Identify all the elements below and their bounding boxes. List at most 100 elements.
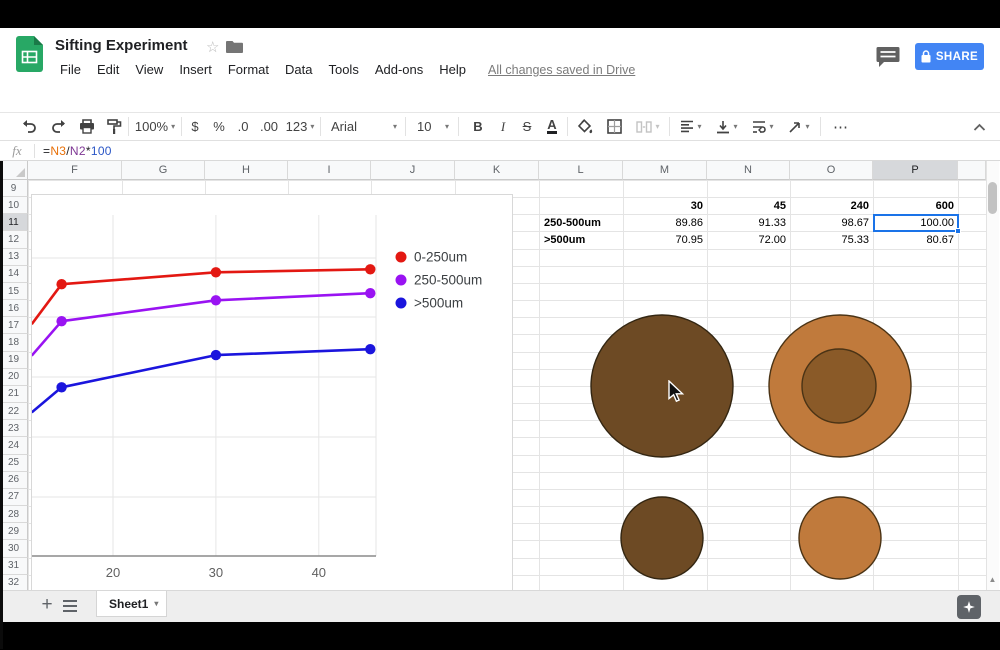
column-header-L[interactable]: L (539, 161, 623, 180)
row-header-18[interactable]: 18 (0, 334, 28, 351)
row-header-28[interactable]: 28 (0, 506, 28, 523)
paint-format-button[interactable] (101, 113, 127, 140)
horizontal-align-menu[interactable]: ▾ (674, 113, 708, 140)
row-header-23[interactable]: 23 (0, 420, 28, 437)
row-header-30[interactable]: 30 (0, 540, 28, 557)
spreadsheet-grid[interactable]: FGHIJKLMNOP 9101112131415161718192021222… (0, 161, 1000, 618)
explore-button[interactable] (957, 595, 981, 619)
column-header-J[interactable]: J (371, 161, 455, 180)
cell-O10[interactable]: 240 (791, 197, 873, 214)
row-header-15[interactable]: 15 (0, 283, 28, 300)
cell-L11[interactable]: 250-500um (540, 214, 623, 231)
column-header-O[interactable]: O (790, 161, 873, 180)
cell-N10[interactable]: 45 (708, 197, 790, 214)
row-header-19[interactable]: 19 (0, 352, 28, 369)
cell-O11[interactable]: 98.67 (791, 214, 873, 231)
column-header-G[interactable]: G (122, 161, 205, 180)
add-sheet-button[interactable]: + (36, 594, 58, 616)
font-size-select[interactable]: 10▾ (411, 113, 455, 140)
column-header-K[interactable]: K (455, 161, 539, 180)
decrease-decimals-button[interactable]: .0 (231, 113, 255, 140)
zoom-select[interactable]: 100%▾ (132, 113, 178, 140)
increase-decimals-button[interactable]: .00 (256, 113, 282, 140)
select-all-corner[interactable] (0, 161, 28, 180)
star-icon[interactable]: ☆ (206, 38, 219, 56)
menu-tools[interactable]: Tools (320, 59, 366, 80)
row-header-12[interactable]: 12 (0, 231, 28, 248)
sheet-tab-menu-caret[interactable]: ▾ (154, 599, 158, 608)
column-header-P[interactable]: P (873, 161, 958, 180)
cell-N11[interactable]: 91.33 (708, 214, 790, 231)
fill-color-button[interactable] (572, 113, 598, 140)
row-header-24[interactable]: 24 (0, 437, 28, 454)
text-color-button[interactable]: A (540, 113, 564, 140)
menu-help[interactable]: Help (431, 59, 474, 80)
vertical-scrollbar-thumb[interactable] (988, 182, 997, 214)
row-header-22[interactable]: 22 (0, 403, 28, 420)
borders-button[interactable] (601, 113, 627, 140)
small-light-circle[interactable] (799, 497, 881, 579)
column-header-F[interactable]: F (28, 161, 122, 180)
column-header-M[interactable]: M (623, 161, 707, 180)
document-title[interactable]: Sifting Experiment (55, 37, 188, 54)
cell-M10[interactable]: 30 (624, 197, 707, 214)
menu-view[interactable]: View (127, 59, 171, 80)
all-sheets-icon[interactable] (62, 599, 78, 613)
cell-M11[interactable]: 89.86 (624, 214, 707, 231)
collapse-toolbar-button[interactable] (966, 113, 992, 140)
row-header-31[interactable]: 31 (0, 558, 28, 575)
sheet-tab-sheet1[interactable]: Sheet1▾ (96, 591, 167, 617)
merge-cells-button[interactable]: ▾ (629, 113, 667, 140)
scroll-up-arrow[interactable]: ▲ (986, 573, 999, 586)
row-header-29[interactable]: 29 (0, 523, 28, 540)
row-header-20[interactable]: 20 (0, 369, 28, 386)
folder-icon[interactable] (226, 40, 243, 54)
cell-L12[interactable]: >500um (540, 231, 623, 248)
row-header-17[interactable]: 17 (0, 317, 28, 334)
formula-input[interactable]: =N3/N2*100 (43, 144, 112, 158)
font-family-select[interactable]: Arial▾ (327, 113, 401, 140)
menu-file[interactable]: File (52, 59, 89, 80)
number-format-menu[interactable]: 123▾ (283, 113, 317, 140)
vertical-align-menu[interactable]: ▾ (710, 113, 744, 140)
menu-data[interactable]: Data (277, 59, 320, 80)
format-currency-button[interactable]: $ (184, 113, 206, 140)
row-header-13[interactable]: 13 (0, 249, 28, 266)
row-header-26[interactable]: 26 (0, 472, 28, 489)
strikethrough-button[interactable]: S (516, 113, 538, 140)
column-header-partial[interactable] (958, 161, 986, 180)
menu-format[interactable]: Format (220, 59, 277, 80)
embedded-line-chart[interactable]: 203040Time (sec)0-250um250-500um>500um (31, 194, 513, 609)
cell-M12[interactable]: 70.95 (624, 231, 707, 248)
row-header-27[interactable]: 27 (0, 489, 28, 506)
redo-button[interactable] (46, 113, 72, 140)
small-dark-circle[interactable] (621, 497, 703, 579)
row-header-11[interactable]: 11 (0, 214, 28, 231)
column-header-H[interactable]: H (205, 161, 288, 180)
row-header-16[interactable]: 16 (0, 300, 28, 317)
comment-icon[interactable] (876, 46, 900, 68)
selected-cell-outline[interactable] (873, 214, 959, 232)
row-header-25[interactable]: 25 (0, 455, 28, 472)
print-button[interactable] (74, 113, 100, 140)
row-header-10[interactable]: 10 (0, 197, 28, 214)
row-header-9[interactable]: 9 (0, 180, 28, 197)
italic-button[interactable]: I (492, 113, 514, 140)
text-wrap-menu[interactable]: ▾ (746, 113, 780, 140)
format-percent-button[interactable]: % (208, 113, 230, 140)
more-button[interactable]: ⋯ (826, 113, 856, 140)
menu-insert[interactable]: Insert (171, 59, 220, 80)
row-header-14[interactable]: 14 (0, 266, 28, 283)
vertical-scrollbar[interactable] (986, 161, 999, 609)
bold-button[interactable]: B (466, 113, 490, 140)
column-header-I[interactable]: I (288, 161, 371, 180)
column-header-N[interactable]: N (707, 161, 790, 180)
cell-P10[interactable]: 600 (874, 197, 958, 214)
fill-handle[interactable] (955, 228, 961, 234)
undo-button[interactable] (16, 113, 42, 140)
save-status[interactable]: All changes saved in Drive (488, 63, 635, 77)
menu-edit[interactable]: Edit (89, 59, 127, 80)
cell-P12[interactable]: 80.67 (874, 231, 958, 248)
share-button[interactable]: SHARE (915, 43, 984, 70)
menu-add-ons[interactable]: Add-ons (367, 59, 431, 80)
